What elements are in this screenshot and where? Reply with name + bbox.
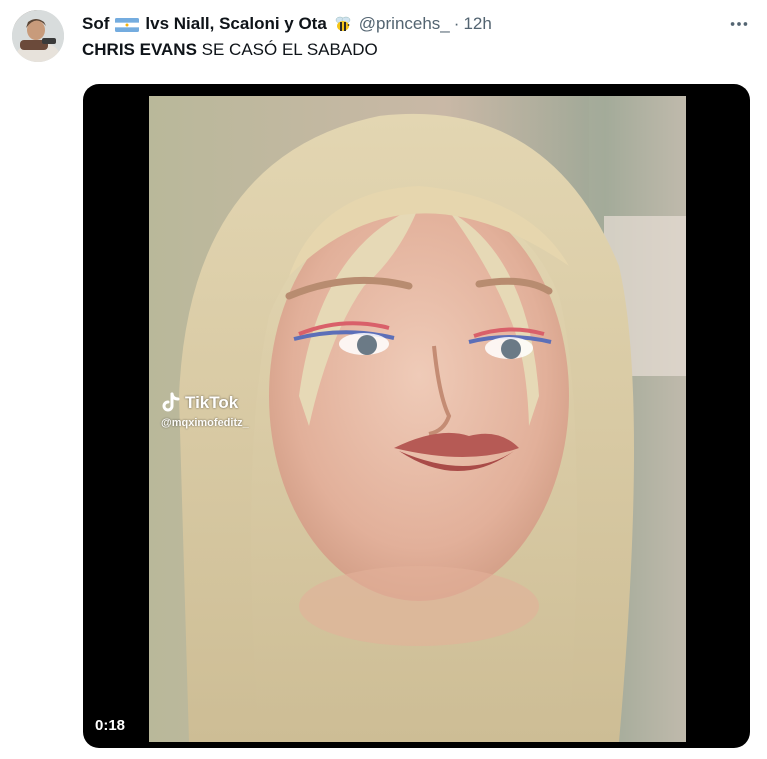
author-display-name-rest[interactable]: lvs Niall, Scaloni y Ota	[145, 14, 326, 34]
author-handle[interactable]: @princehs_	[359, 14, 450, 34]
author-display-name[interactable]: Sof	[82, 14, 109, 34]
video-duration: 0:18	[95, 717, 126, 734]
argentina-flag-icon	[115, 17, 140, 32]
tiktok-brand-text: TikTok	[185, 393, 239, 412]
bee-icon	[333, 14, 353, 34]
tweet-header: Sof lvs Niall, Scaloni y Ota @princehs_ …	[82, 12, 492, 36]
avatar[interactable]	[12, 10, 64, 62]
video-player[interactable]: TikTok @mqximofeditz_ 0:18	[83, 84, 750, 748]
tweet-timestamp[interactable]: 12h	[463, 14, 491, 34]
more-horizontal-icon	[730, 22, 748, 26]
header-separator: ·	[453, 14, 460, 33]
tweet-text-bold: CHRIS EVANS	[82, 40, 197, 59]
tweet[interactable]: Sof lvs Niall, Scaloni y Ota @princehs_ …	[0, 0, 767, 759]
tweet-text-rest: SE CASÓ EL SABADO	[196, 40, 378, 59]
avatar-image	[12, 10, 64, 62]
more-options-button[interactable]	[727, 12, 751, 36]
tiktok-username: @mqximofeditz_	[161, 417, 249, 429]
tweet-text: CHRIS EVANS SE CASÓ EL SABADO	[82, 40, 378, 60]
tiktok-watermark: TikTok @mqximofeditz_	[161, 392, 249, 429]
tiktok-logo-icon	[162, 392, 180, 412]
